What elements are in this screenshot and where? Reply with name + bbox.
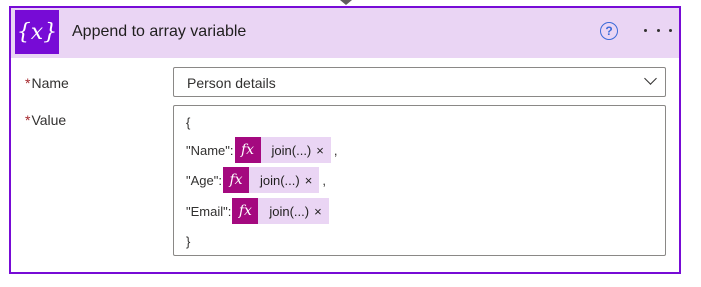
close-brace: }	[186, 234, 191, 249]
required-mark: *	[25, 75, 31, 91]
action-title: Append to array variable	[72, 23, 247, 40]
more-options-icon[interactable]	[644, 19, 672, 41]
connector-arrow	[340, 0, 352, 5]
separator-text: ,	[322, 172, 326, 188]
value-line-name: "Name": fx join(...) × ,	[186, 137, 337, 163]
expression-token[interactable]: fx join(...) ×	[222, 167, 320, 193]
value-line-age: "Age": fx join(...) × ,	[186, 167, 326, 193]
variable-icon: {x}	[15, 10, 59, 54]
remove-token-icon[interactable]: ×	[314, 204, 329, 219]
remove-token-icon[interactable]: ×	[316, 143, 331, 158]
value-label: *Value	[25, 112, 66, 128]
remove-token-icon[interactable]: ×	[305, 173, 320, 188]
name-dropdown-value: Person details	[187, 75, 276, 91]
name-dropdown[interactable]: Person details	[173, 67, 666, 97]
fx-icon: fx	[232, 198, 259, 224]
value-editor[interactable]: { "Name": fx join(...) × , "Age": fx joi…	[173, 105, 666, 256]
key-text: "Email":	[186, 203, 232, 219]
name-label: *Name	[25, 75, 69, 91]
fx-icon: fx	[234, 137, 261, 163]
expression-token[interactable]: fx join(...) ×	[232, 198, 329, 224]
required-mark: *	[25, 112, 31, 128]
separator-text: ,	[333, 142, 338, 158]
value-label-text: Value	[31, 112, 67, 128]
help-icon[interactable]: ?	[600, 22, 618, 40]
key-text: "Age":	[186, 172, 222, 188]
token-label: join(...)	[271, 142, 312, 158]
chevron-down-icon	[644, 72, 657, 85]
key-text: "Name":	[186, 142, 234, 158]
action-header[interactable]: {x} Append to array variable ?	[11, 8, 679, 58]
open-brace: {	[186, 115, 191, 130]
action-card: {x} Append to array variable ? *Name Per…	[9, 6, 681, 274]
token-label: join(...)	[259, 172, 300, 188]
expression-token[interactable]: fx join(...) ×	[234, 137, 331, 163]
value-line-email: "Email": fx join(...) ×	[186, 198, 332, 224]
fx-icon: fx	[222, 167, 249, 193]
token-label: join(...)	[269, 203, 310, 219]
name-label-text: Name	[31, 75, 69, 91]
